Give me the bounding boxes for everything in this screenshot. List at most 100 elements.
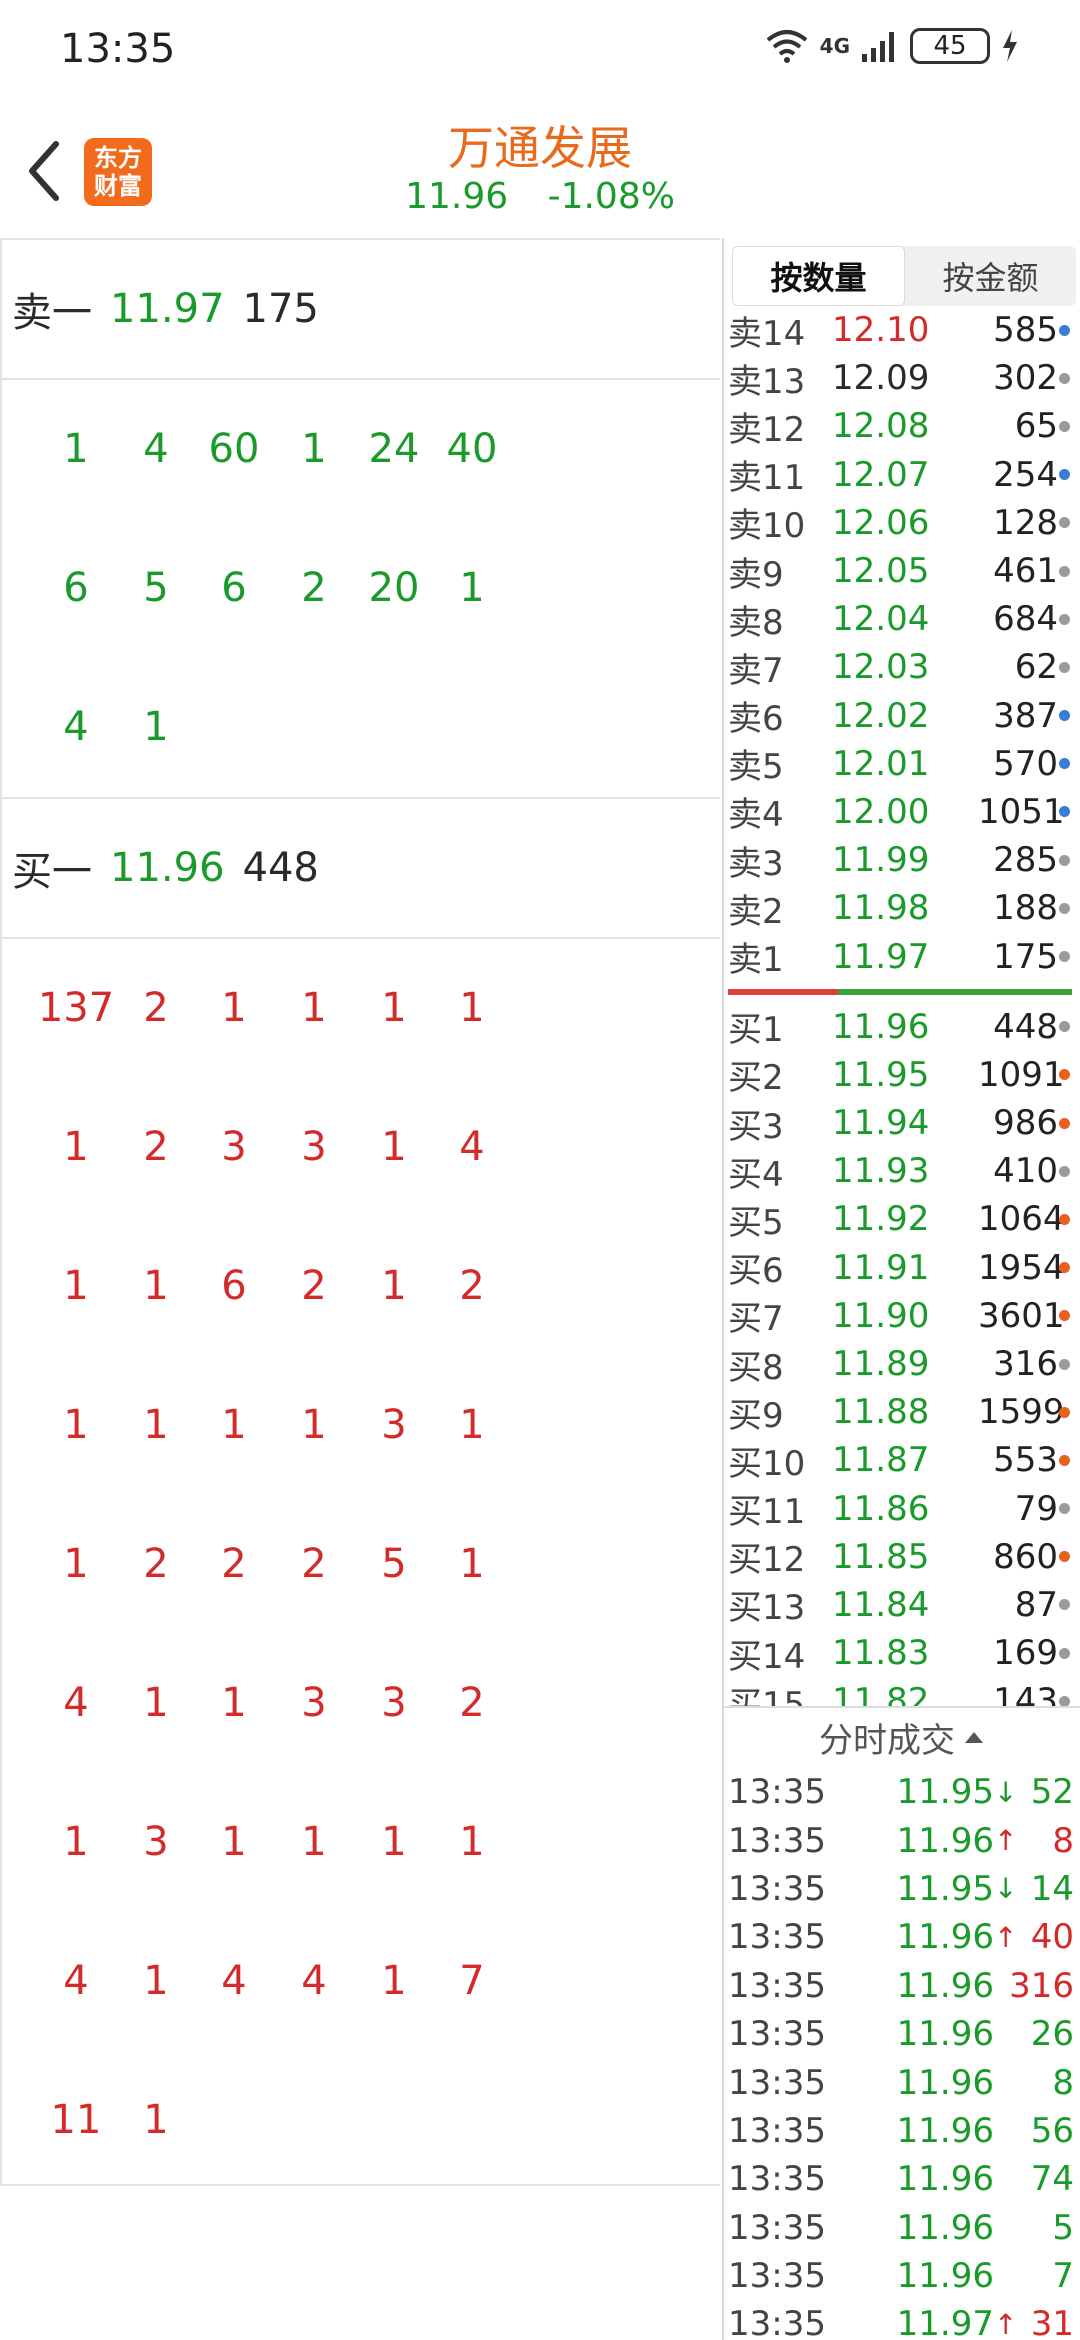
- trades-list[interactable]: 13:35 11.95 ↓ 52 13:35 11.96 ↑ 8 13:35 11.95 ↓ 14 13…: [724, 1768, 1080, 2340]
- order-type-dot-icon: [1059, 1503, 1070, 1515]
- trade-volume: 56: [1030, 2110, 1074, 2151]
- buy-order-cell: 1: [459, 1402, 485, 1448]
- wifi-icon: [766, 30, 807, 63]
- bids-volume: 87: [1014, 1584, 1058, 1625]
- trade-row: 13:35 11.96 8: [724, 2058, 1080, 2106]
- bids-price: 11.87: [832, 1440, 930, 1481]
- trade-time: 13:35: [728, 1965, 826, 2006]
- trade-price: 11.96: [896, 2256, 994, 2297]
- asks-volume: 188: [993, 888, 1058, 929]
- signal-icon: [862, 32, 894, 62]
- asks-row: 卖10 12.06 128: [724, 499, 1080, 547]
- order-type-dot-icon: [1059, 710, 1070, 722]
- bids-price: 11.88: [832, 1392, 930, 1433]
- asks-volume: 1051: [978, 791, 1065, 832]
- trade-time: 13:35: [728, 2014, 826, 2055]
- order-type-dot-icon: [1059, 517, 1070, 529]
- sell-grid-row: 1 4 60 1 24 40: [2, 380, 720, 519]
- trade-volume: 14: [1030, 1868, 1074, 1909]
- trade-row: 13:35 11.96 7: [724, 2252, 1080, 2300]
- order-type-dot-icon: [1059, 1021, 1070, 1033]
- bids-row: 买5 11.92 1064: [724, 1195, 1080, 1243]
- buy-grid-row: 131111: [2, 1773, 720, 1912]
- bids-volume: 3601: [978, 1295, 1065, 1336]
- order-queue-panel: 卖一 11.97 175 1 4 60 1 24 40 6 5 6 2 20 1 4 1 买一 11.96…: [0, 238, 720, 2186]
- sell-order-cell: 1: [459, 565, 485, 611]
- bids-price: 11.92: [832, 1199, 930, 1240]
- trade-volume: 7: [1052, 2256, 1074, 2297]
- trade-row: 13:35 11.96 74: [724, 2155, 1080, 2203]
- buy1-price: 11.96: [110, 845, 225, 891]
- order-type-dot-icon: [1059, 420, 1070, 432]
- sell1-label: 卖一: [12, 290, 92, 336]
- buy-grid-row: 116212: [2, 1217, 720, 1356]
- asks-price: 12.07: [832, 454, 930, 495]
- bids-row: 买12 11.85 860: [724, 1533, 1080, 1581]
- bids-level-label: 买8: [728, 1347, 784, 1388]
- trade-row: 13:35 11.96 ↑ 8: [724, 1816, 1080, 1864]
- sell-order-cell: 1: [143, 704, 169, 750]
- tab-by-amount[interactable]: 按金额: [905, 246, 1076, 306]
- trade-time: 13:35: [728, 2159, 826, 2200]
- asks-price: 11.97: [832, 936, 930, 977]
- buy-grid-row: 111131: [2, 1356, 720, 1495]
- bids-price: 11.83: [832, 1633, 930, 1674]
- asks-level-label: 卖3: [728, 843, 784, 884]
- network-label: 4G: [819, 34, 850, 58]
- buy1-summary: 买一 11.96 448: [2, 799, 720, 939]
- stock-change: -1.08%: [547, 176, 675, 217]
- trade-price: 11.96: [896, 2014, 994, 2055]
- order-type-dot-icon: [1059, 372, 1070, 384]
- tab-by-volume[interactable]: 按数量: [732, 246, 905, 306]
- trade-price: 11.95: [896, 1868, 994, 1909]
- bids-row: 买10 11.87 553: [724, 1436, 1080, 1484]
- order-type-dot-icon: [1059, 902, 1070, 914]
- bids-price: 11.90: [832, 1295, 930, 1336]
- buy-order-cell: 7: [459, 1958, 485, 2004]
- asks-row: 卖6 12.02 387: [724, 692, 1080, 740]
- asks-row: 卖13 12.09 302: [724, 354, 1080, 402]
- asks-level-label: 卖11: [728, 458, 806, 499]
- buy1-volume: 448: [242, 845, 319, 891]
- asks-row: 卖11 12.07 254: [724, 451, 1080, 499]
- trade-volume: 5: [1052, 2207, 1074, 2248]
- trade-direction-icon: ↓: [994, 1775, 1018, 1809]
- buy1-order-grid: 137 2 1 1 1 1 1 2 3 3 1 4 1 1 6 2 1 2 1 1 1 1 3 1 1 2 2 2 5 1 4 1 1 3 3 2 1 3…: [2, 939, 720, 2184]
- asks-row: 卖2 11.98 188: [724, 884, 1080, 932]
- trades-title: 分时成交: [819, 1720, 955, 1761]
- trade-time: 13:35: [728, 2207, 826, 2248]
- asks-price: 12.00: [832, 791, 930, 832]
- bids-volume: 1064: [978, 1199, 1065, 1240]
- trade-price: 11.96: [896, 1917, 994, 1958]
- trade-row: 13:35 11.96 56: [724, 2107, 1080, 2155]
- bids-level-label: 买1: [728, 1010, 784, 1051]
- order-type-dot-icon: [1059, 1310, 1070, 1322]
- trade-direction-icon: ↓: [994, 1872, 1018, 1906]
- bids-volume: 986: [993, 1103, 1058, 1144]
- order-type-dot-icon: [1059, 1647, 1070, 1659]
- asks-level-label: 卖6: [728, 699, 784, 740]
- bids-volume: 410: [993, 1151, 1058, 1192]
- asks-price: 12.03: [832, 647, 930, 688]
- ask-list: 卖14 12.10 585 卖13 12.09 302 卖12 12.08 65 卖11 12.07…: [724, 306, 1080, 981]
- order-type-dot-icon: [1059, 1262, 1070, 1274]
- sell-order-cell: 40: [446, 426, 498, 472]
- trade-time: 13:35: [728, 1772, 826, 1813]
- asks-volume: 461: [993, 551, 1058, 592]
- trade-price: 11.96: [896, 2062, 994, 2103]
- trade-time: 13:35: [728, 1868, 826, 1909]
- bid-list[interactable]: 买1 11.96 448 买2 11.95 1091 买3 11.94 986 买4 11.93 41…: [724, 1003, 1080, 1726]
- asks-level-label: 卖12: [728, 409, 806, 450]
- asks-row: 卖7 12.03 62: [724, 643, 1080, 691]
- asks-price: 12.05: [832, 551, 930, 592]
- order-type-dot-icon: [1059, 469, 1070, 481]
- bids-row: 买6 11.91 1954: [724, 1244, 1080, 1292]
- trades-header[interactable]: 分时成交: [724, 1706, 1080, 1766]
- order-type-dot-icon: [1059, 1165, 1070, 1177]
- bids-volume: 1599: [978, 1392, 1065, 1433]
- asks-row: 卖12 12.08 65: [724, 402, 1080, 450]
- buy-order-cell: 1: [459, 1819, 485, 1865]
- asks-level-label: 卖9: [728, 554, 784, 595]
- bids-level-label: 买4: [728, 1154, 784, 1195]
- order-type-dot-icon: [1059, 1213, 1070, 1225]
